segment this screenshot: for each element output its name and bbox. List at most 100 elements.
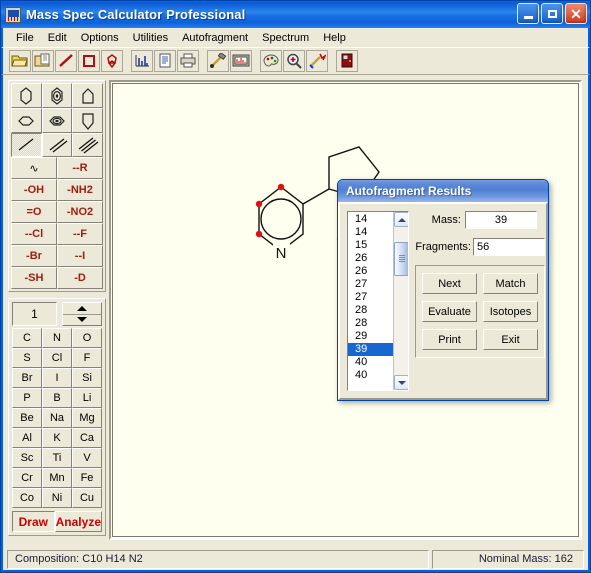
ring-aromatic-circle-button[interactable] bbox=[41, 83, 73, 108]
exit-button[interactable]: Exit bbox=[483, 329, 538, 350]
fragment-list-items[interactable]: 14 14 15 26 26 27 27 28 28 29 39 40 40 bbox=[348, 212, 393, 390]
exit-door-icon[interactable] bbox=[336, 50, 358, 72]
menu-item-utilities[interactable]: Utilities bbox=[126, 30, 175, 46]
close-button[interactable]: ✕ bbox=[565, 3, 587, 24]
list-item[interactable]: 15 bbox=[348, 239, 393, 252]
element-button-p[interactable]: P bbox=[12, 388, 42, 408]
maximize-button[interactable] bbox=[541, 3, 563, 24]
triple-bond-button[interactable] bbox=[72, 133, 103, 157]
element-button-i[interactable]: I bbox=[42, 368, 72, 388]
element-button-v[interactable]: V bbox=[72, 448, 102, 468]
nitro-group-button[interactable]: -NO2 bbox=[57, 201, 103, 223]
element-button-o[interactable]: O bbox=[72, 328, 102, 348]
minimize-button[interactable] bbox=[517, 3, 539, 24]
amine-group-button[interactable]: -NH2 bbox=[57, 179, 103, 201]
scroll-up-button[interactable] bbox=[394, 212, 408, 227]
element-button-al[interactable]: Al bbox=[12, 428, 42, 448]
structure-canvas[interactable]: N N CH 3 Autofragment Results bbox=[109, 80, 582, 540]
list-item[interactable]: 40 bbox=[348, 369, 393, 382]
list-item[interactable]: 40 bbox=[348, 356, 393, 369]
menu-item-options[interactable]: Options bbox=[74, 30, 126, 46]
fluoro-group-button[interactable]: --F bbox=[57, 223, 103, 245]
list-item[interactable]: 14 bbox=[348, 226, 393, 239]
print-button[interactable]: Print bbox=[422, 329, 477, 350]
draw-ring-icon[interactable] bbox=[101, 50, 123, 72]
list-item[interactable]: 27 bbox=[348, 278, 393, 291]
element-button-li[interactable]: Li bbox=[72, 388, 102, 408]
analyze-mode-button[interactable]: Analyze bbox=[54, 511, 102, 532]
element-button-b[interactable]: B bbox=[42, 388, 72, 408]
draw-bond-icon[interactable] bbox=[55, 50, 77, 72]
next-button[interactable]: Next bbox=[422, 273, 477, 294]
list-item[interactable]: 27 bbox=[348, 291, 393, 304]
single-bond-button[interactable] bbox=[11, 133, 42, 157]
dialog-title-bar[interactable]: Autofragment Results bbox=[338, 180, 548, 202]
scroll-down-button[interactable] bbox=[394, 375, 408, 390]
copy-document-icon[interactable] bbox=[32, 50, 54, 72]
fragments-input[interactable]: 56 bbox=[473, 238, 545, 256]
list-item[interactable]: 28 bbox=[348, 304, 393, 317]
element-button-cr[interactable]: Cr bbox=[12, 468, 42, 488]
element-button-cl[interactable]: Cl bbox=[42, 348, 72, 368]
iodo-group-button[interactable]: --I bbox=[57, 245, 103, 267]
element-button-sc[interactable]: Sc bbox=[12, 448, 42, 468]
valence-down-button[interactable] bbox=[63, 315, 101, 326]
document-icon[interactable] bbox=[154, 50, 176, 72]
element-button-ti[interactable]: Ti bbox=[42, 448, 72, 468]
chain-group-button[interactable]: ∿ bbox=[11, 157, 57, 179]
element-button-be[interactable]: Be bbox=[12, 408, 42, 428]
menu-item-help[interactable]: Help bbox=[316, 30, 353, 46]
list-item-selected[interactable]: 39 bbox=[348, 343, 393, 356]
carbonyl-group-button[interactable]: =O bbox=[11, 201, 57, 223]
mass-input[interactable]: 39 bbox=[465, 211, 537, 229]
element-button-mg[interactable]: Mg bbox=[72, 408, 102, 428]
chloro-group-button[interactable]: --Cl bbox=[11, 223, 57, 245]
thiol-group-button[interactable]: -SH bbox=[11, 267, 57, 289]
element-button-n[interactable]: N bbox=[42, 328, 72, 348]
double-bond-button[interactable] bbox=[41, 133, 73, 157]
element-button-si[interactable]: Si bbox=[72, 368, 102, 388]
draw-box-icon[interactable] bbox=[78, 50, 100, 72]
menu-item-edit[interactable]: Edit bbox=[41, 30, 74, 46]
element-button-c[interactable]: C bbox=[12, 328, 42, 348]
open-folder-icon[interactable] bbox=[9, 50, 31, 72]
monitor-spectrum-icon[interactable] bbox=[230, 50, 252, 72]
evaluate-button[interactable]: Evaluate bbox=[422, 301, 477, 322]
printer-icon[interactable] bbox=[177, 50, 199, 72]
ring-aromatic-wide-button[interactable] bbox=[41, 108, 73, 133]
paint-palette-icon[interactable] bbox=[260, 50, 282, 72]
magic-wand-icon[interactable] bbox=[306, 50, 328, 72]
menu-item-spectrum[interactable]: Spectrum bbox=[255, 30, 316, 46]
deuterium-group-button[interactable]: -D bbox=[57, 267, 103, 289]
ring-hexagon-wide-button[interactable] bbox=[11, 108, 42, 133]
element-button-f[interactable]: F bbox=[72, 348, 102, 368]
valence-value[interactable]: 1 bbox=[12, 302, 57, 326]
element-button-cu[interactable]: Cu bbox=[72, 488, 102, 508]
element-button-ca[interactable]: Ca bbox=[72, 428, 102, 448]
element-button-br[interactable]: Br bbox=[12, 368, 42, 388]
menu-item-file[interactable]: File bbox=[9, 30, 41, 46]
match-button[interactable]: Match bbox=[483, 273, 538, 294]
r-group-button[interactable]: --R bbox=[57, 157, 103, 179]
ring-hexagon-plain-button[interactable] bbox=[11, 83, 42, 108]
element-button-na[interactable]: Na bbox=[42, 408, 72, 428]
list-item[interactable]: 14 bbox=[348, 213, 393, 226]
ring-pentagon-button[interactable] bbox=[72, 83, 103, 108]
spectrum-chart-icon[interactable] bbox=[131, 50, 153, 72]
isotopes-button[interactable]: Isotopes bbox=[483, 301, 538, 322]
fragment-list[interactable]: 14 14 15 26 26 27 27 28 28 29 39 40 40 bbox=[347, 211, 409, 391]
tools-hammer-icon[interactable] bbox=[207, 50, 229, 72]
list-item[interactable]: 28 bbox=[348, 317, 393, 330]
menu-item-autofragment[interactable]: Autofragment bbox=[175, 30, 255, 46]
list-item[interactable]: 29 bbox=[348, 330, 393, 343]
draw-mode-button[interactable]: Draw bbox=[12, 511, 55, 532]
valence-up-button[interactable] bbox=[63, 303, 101, 315]
list-scrollbar[interactable] bbox=[393, 212, 408, 390]
element-button-mn[interactable]: Mn bbox=[42, 468, 72, 488]
ring-shield-button[interactable] bbox=[72, 108, 103, 133]
zoom-in-icon[interactable] bbox=[283, 50, 305, 72]
element-button-co[interactable]: Co bbox=[12, 488, 42, 508]
list-item[interactable]: 26 bbox=[348, 252, 393, 265]
list-item[interactable]: 26 bbox=[348, 265, 393, 278]
element-button-s[interactable]: S bbox=[12, 348, 42, 368]
